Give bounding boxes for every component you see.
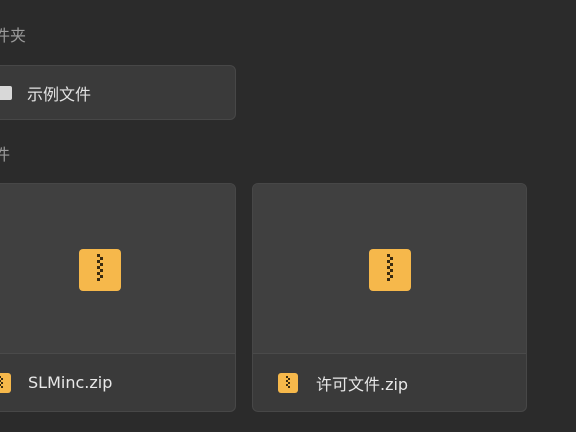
file-name: SLMinc.zip — [28, 373, 113, 392]
file-footer: SLMinc.zip — [0, 354, 235, 411]
file-footer: 许可文件.zip — [253, 354, 526, 411]
file-card[interactable]: 许可文件.zip — [252, 183, 527, 412]
file-card[interactable]: SLMinc.zip — [0, 183, 236, 412]
folder-name: 示例文件 — [27, 84, 92, 104]
zip-file-icon — [79, 249, 121, 291]
folders-section-label: 件夹 — [0, 26, 27, 45]
file-browser: 件夹 示例文件 件 SLMinc.zip 许可文件.zip — [0, 0, 576, 432]
zip-file-icon — [369, 249, 411, 291]
file-preview — [253, 184, 526, 354]
file-name: 许可文件.zip — [316, 374, 409, 394]
folder-item[interactable]: 示例文件 — [0, 65, 236, 120]
files-section-label: 件 — [0, 145, 11, 164]
file-preview — [0, 184, 235, 354]
zip-file-icon — [278, 372, 298, 393]
folder-icon — [0, 85, 12, 100]
zip-file-icon — [0, 372, 11, 393]
